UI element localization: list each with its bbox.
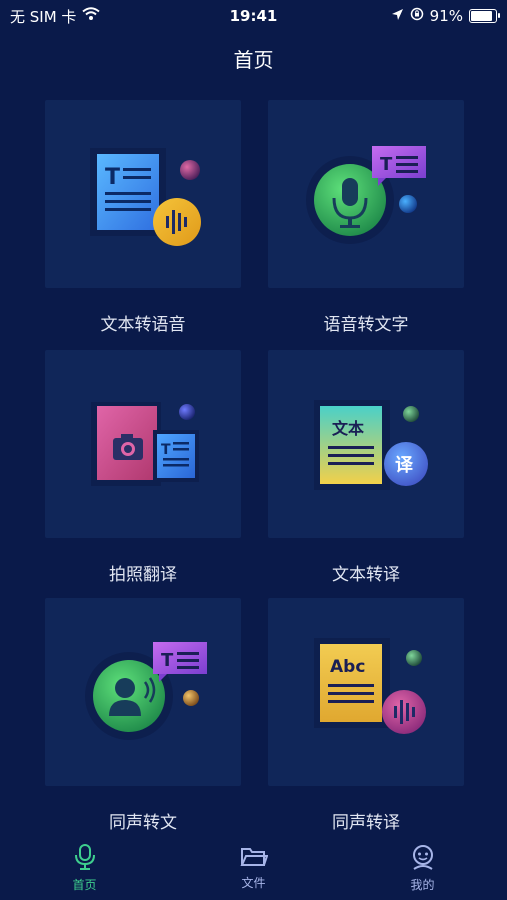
tile-simultaneous-translate[interactable]: Abc	[268, 598, 464, 786]
user-icon	[410, 844, 436, 874]
text-translate-icon: 文本 译	[314, 400, 428, 490]
status-bar: 无 SIM 卡 19:41 91%	[0, 0, 507, 32]
svg-text:T: T	[380, 154, 393, 175]
battery-percent: 91%	[429, 7, 463, 25]
speech-to-text-icon: T	[306, 146, 426, 244]
tab-home[interactable]: 首页	[25, 838, 145, 893]
wen-ben-text: 文本	[332, 419, 364, 438]
tab-profile[interactable]: 我的	[363, 838, 483, 893]
tile-label-simultaneous-translate: 同声转译	[332, 813, 400, 833]
tile-text-to-speech[interactable]: T	[45, 100, 241, 288]
tab-bar: 首页 文件 我的	[0, 838, 507, 900]
yi-text: 译	[395, 455, 414, 476]
tab-files[interactable]: 文件	[194, 838, 314, 891]
tile-label-simultaneous-to-text: 同声转文	[109, 813, 177, 833]
tile-speech-to-text[interactable]: T	[268, 100, 464, 288]
tile-label-photo-translate: 拍照翻译	[109, 565, 177, 585]
abc-text: Abc	[330, 657, 365, 677]
photo-translate-icon: T	[91, 402, 199, 486]
simultaneous-translate-icon: Abc	[314, 638, 426, 734]
folder-icon	[239, 844, 268, 872]
page-title: 首页	[233, 48, 274, 72]
orientation-lock-icon	[410, 7, 424, 25]
tile-simultaneous-to-text[interactable]: T	[45, 598, 241, 786]
wifi-icon	[82, 7, 101, 25]
tile-label-text-to-speech: 文本转语音	[100, 315, 186, 335]
svg-text:T: T	[105, 165, 120, 190]
tile-label-text-translate: 文本转译	[332, 565, 400, 585]
text-to-speech-icon: T	[90, 148, 201, 246]
tile-label-speech-to-text: 语音转文字	[323, 315, 409, 335]
tile-text-translate[interactable]: 文本 译	[268, 350, 464, 538]
tile-photo-translate[interactable]: T	[45, 350, 241, 538]
carrier-label: 无 SIM 卡	[10, 7, 77, 26]
svg-text:T: T	[161, 442, 171, 458]
microphone-icon	[73, 844, 97, 874]
svg-text:T: T	[161, 650, 174, 671]
battery-icon	[469, 9, 500, 23]
tab-files-label: 文件	[241, 876, 266, 890]
tab-profile-label: 我的	[410, 878, 435, 892]
tab-home-label: 首页	[72, 878, 97, 892]
simultaneous-to-text-icon: T	[85, 642, 207, 740]
location-icon	[391, 7, 404, 25]
